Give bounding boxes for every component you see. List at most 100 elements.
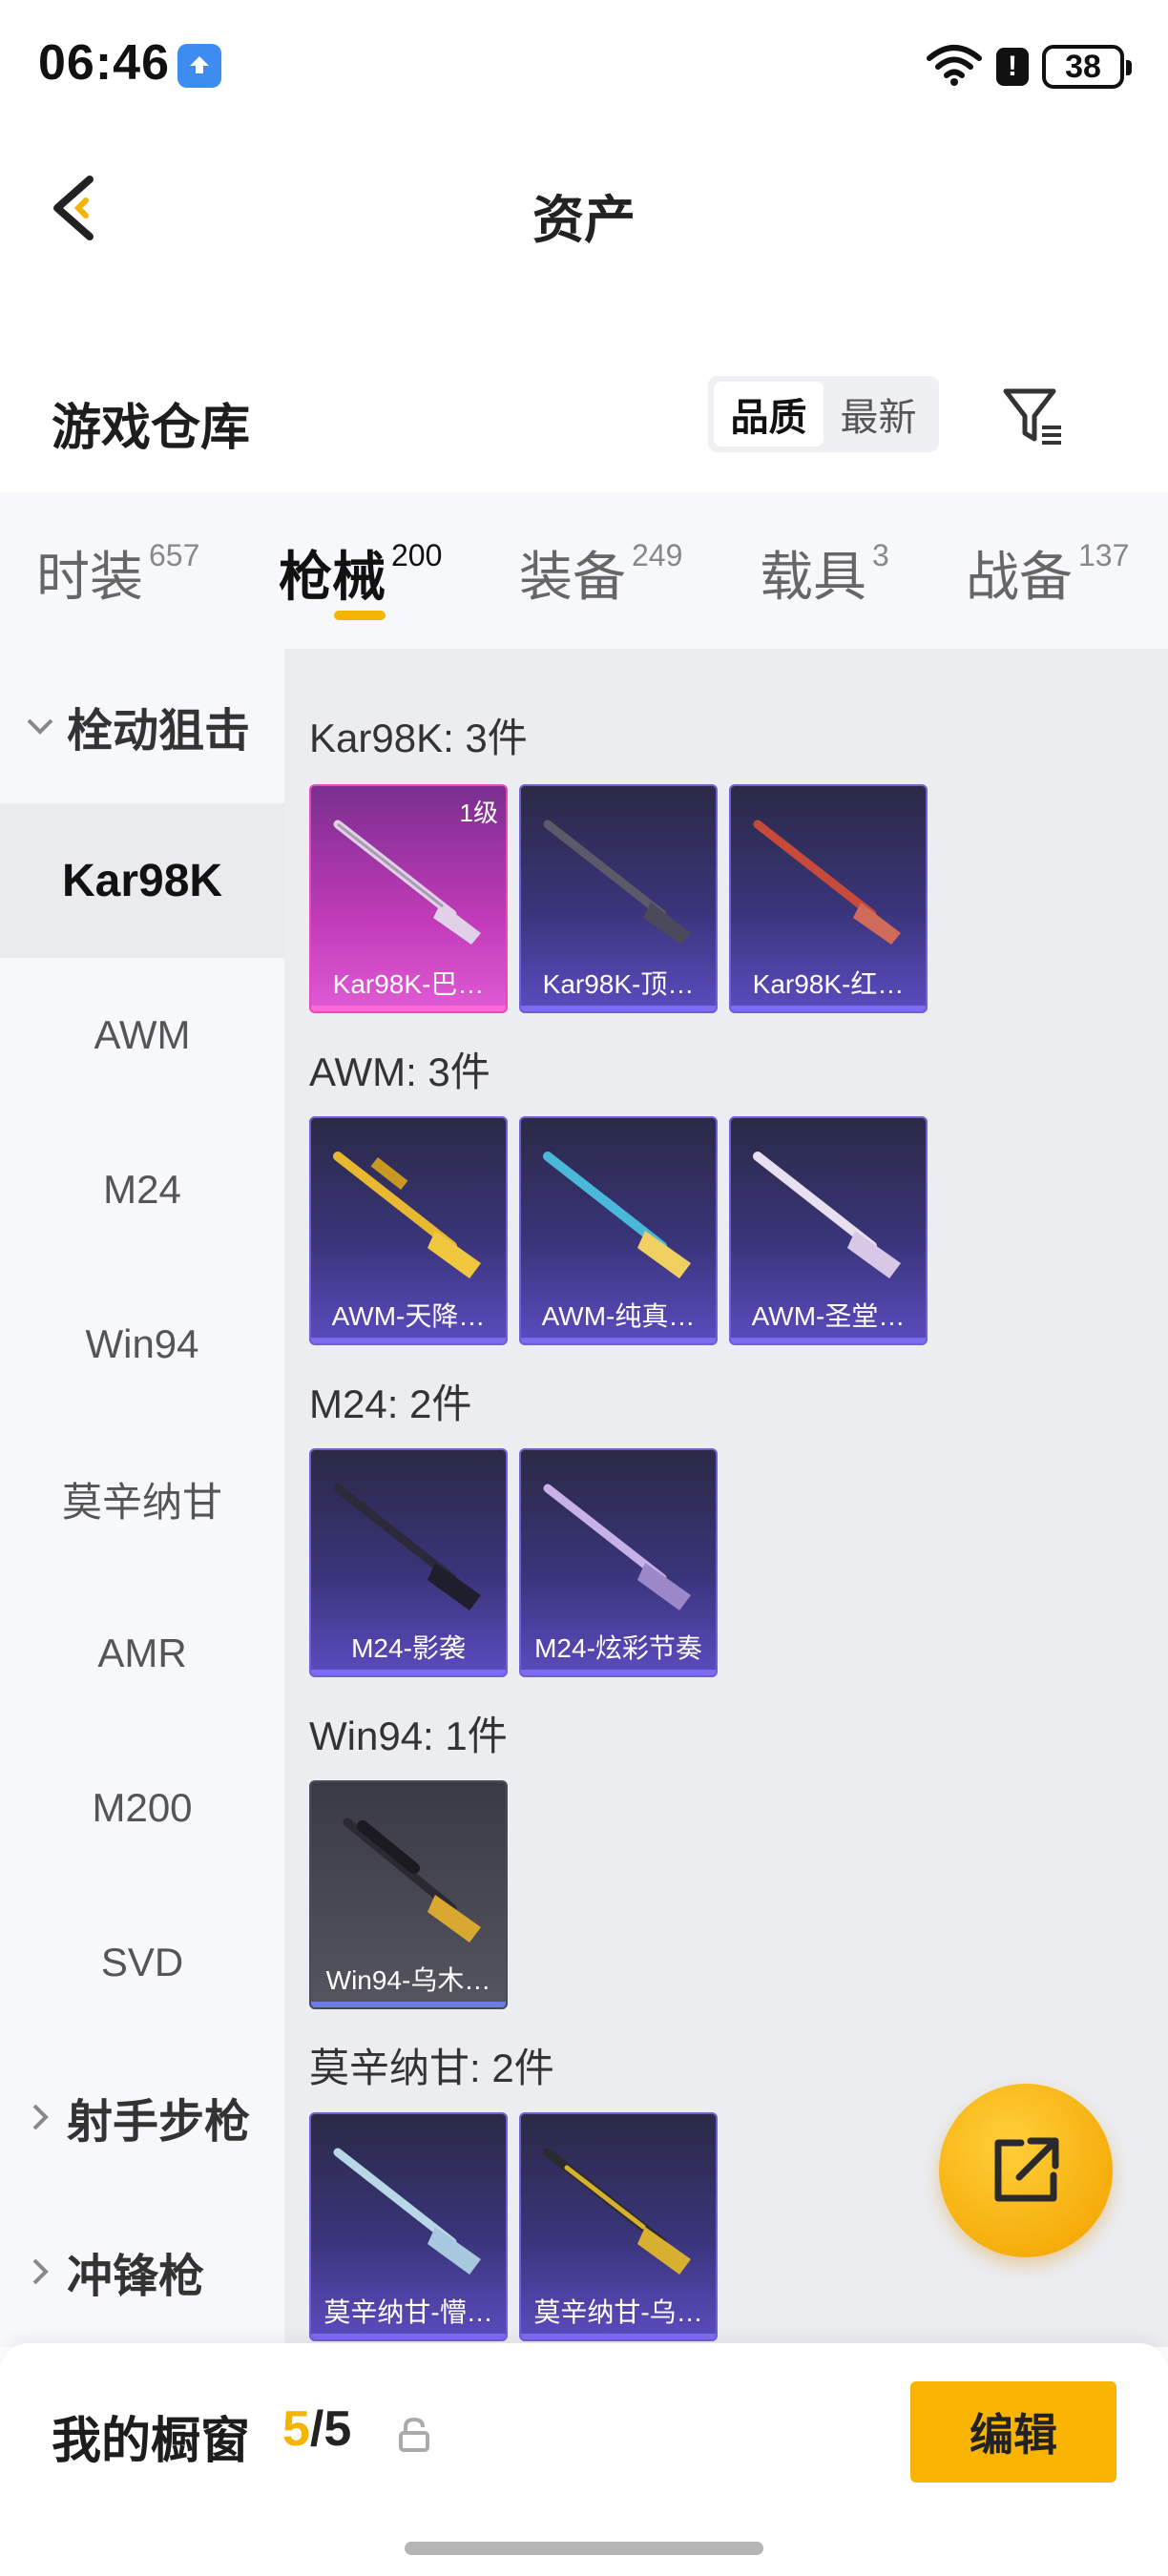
rarity-bar [311,2002,506,2007]
sidebar-item-amr[interactable]: AMR [0,1576,284,1731]
tab-count: 3 [872,538,889,572]
rarity-bar [521,1006,716,1011]
rarity-bar [521,1670,716,1675]
rarity-bar [521,1338,716,1343]
sidebar-group-label: 栓动狙击 [67,706,251,757]
rarity-bar [731,1006,926,1011]
rarity-bar [311,1006,506,1011]
level-badge: 1级 [459,799,498,827]
weapon-name: M24-炫彩节奏 [534,1633,702,1663]
status-time: 06:46 [38,35,170,91]
tab-combat-gear[interactable]: 战备 137 [966,534,1129,612]
weapon-name: 莫辛纳甘-懵… [323,2297,493,2327]
rifle-icon [543,820,691,945]
tab-vehicles[interactable]: 载具 3 [760,534,889,612]
chevron-right-icon [32,2258,49,2285]
rifle-icon [543,2148,691,2275]
page-title: 资产 [532,192,636,249]
section-label: M24: 2件 [309,1381,472,1426]
warehouse-title: 游戏仓库 [52,401,251,456]
weapon-sidebar: 栓动狙击 Kar98K AWM M24 Win94 莫辛纳甘 AMR M200 … [0,649,284,2347]
sort-toggle: 品质 最新 [708,376,939,452]
tab-costume[interactable]: 时装 657 [36,534,199,612]
sidebar-group-label: 冲锋枪 [67,2252,205,2302]
chevron-right-icon [32,2104,49,2130]
weapon-card[interactable]: M24-炫彩节奏 [519,1448,718,1677]
weapon-name: Win94-乌木… [325,1965,491,1995]
warehouse-header: 游戏仓库 品质 最新 [0,363,1168,477]
showcase-current: 5 [282,2401,310,2457]
tab-label: 装备 [519,547,626,607]
chevron-down-icon [27,718,53,735]
section-label: Kar98K: 3件 [309,716,528,760]
sidebar-group-marksman[interactable]: 射手步枪 [0,2040,284,2194]
tab-label: 枪械 [279,547,386,607]
weapon-name: AWM-天降… [331,1301,486,1331]
rifle-icon [543,1484,691,1610]
status-bar: 06:46 ! 38 [0,0,1168,134]
showcase-max: 5 [323,2401,352,2457]
rifle-icon [753,820,901,945]
sidebar-item-mosin[interactable]: 莫辛纳甘 [0,1422,284,1576]
weapon-card[interactable]: M24-影袭 [309,1448,508,1677]
weapon-card[interactable]: AWM-天降… [309,1116,508,1345]
weapon-name: 莫辛纳甘-乌… [533,2297,703,2327]
battery-icon: 38 [1042,45,1132,89]
weapon-name: Kar98K-巴… [332,969,485,999]
sidebar-group-label: 射手步枪 [67,2097,251,2148]
rarity-bar [521,2334,716,2339]
sidebar-item-kar98k[interactable]: Kar98K [0,803,284,958]
rifle-icon [343,1818,481,1942]
title-bar: 资产 [0,143,1168,267]
home-indicator[interactable] [405,2542,763,2555]
sort-newest-button[interactable]: 最新 [824,382,933,447]
weapon-card[interactable]: Win94-乌木… [309,1780,508,2009]
weapon-card[interactable]: AWM-圣堂… [729,1116,928,1345]
sidebar-item-svd[interactable]: SVD [0,1885,284,2040]
tab-label: 战备 [966,547,1073,607]
weapon-card[interactable]: 1级 Kar98K-巴… [309,784,508,1013]
tab-count: 200 [391,538,443,572]
weapon-card[interactable]: Kar98K-红… [729,784,928,1013]
rifle-icon [753,1152,901,1278]
weapon-name: AWM-圣堂… [751,1301,906,1331]
weapon-name: Kar98K-红… [752,969,905,999]
upload-notification-icon [177,44,221,88]
weapon-name: Kar98K-顶… [542,969,695,999]
lock-icon [399,2417,429,2452]
weapon-card[interactable]: AWM-纯真… [519,1116,718,1345]
share-button[interactable] [939,2084,1113,2257]
weapon-card[interactable]: Kar98K-顶… [519,784,718,1013]
rifle-icon [333,2148,481,2275]
showcase-separator: / [309,2401,324,2457]
rifle-icon [333,1152,481,1278]
tab-count: 657 [149,538,200,572]
sidebar-group-smg[interactable]: 冲锋枪 [0,2194,284,2349]
rifle-icon [543,1152,691,1278]
tab-equipment[interactable]: 装备 249 [519,534,682,612]
section-label: 莫辛纳甘: 2件 [309,2046,554,2090]
sidebar-item-m200[interactable]: M200 [0,1731,284,1885]
sidebar-item-m24[interactable]: M24 [0,1112,284,1267]
tab-count: 137 [1078,538,1130,572]
wifi-icon [926,43,983,92]
tab-label: 载具 [760,547,866,607]
weapon-card[interactable]: 莫辛纳甘-乌… [519,2112,718,2341]
tab-count: 249 [632,538,683,572]
section-label: AWM: 3件 [309,1049,490,1094]
tab-weapons[interactable]: 枪械 200 [279,534,442,612]
alert-icon: ! [996,48,1029,86]
category-tabs: 时装 657 枪械 200 装备 249 载具 3 战备 137 [0,492,1168,649]
weapon-card[interactable]: 莫辛纳甘-懵… [309,2112,508,2341]
active-tab-indicator [334,611,386,620]
rifle-icon [333,1484,481,1610]
rarity-bar [731,1338,926,1343]
sort-quality-button[interactable]: 品质 [714,382,824,447]
sidebar-item-awm[interactable]: AWM [0,958,284,1112]
tab-label: 时装 [36,547,143,607]
weapon-name: M24-影袭 [351,1633,466,1663]
sidebar-item-win94[interactable]: Win94 [0,1267,284,1422]
sidebar-group-bolt-action[interactable]: 栓动狙击 [0,649,284,803]
filter-icon[interactable] [1000,384,1067,450]
edit-button[interactable]: 编辑 [910,2381,1116,2483]
